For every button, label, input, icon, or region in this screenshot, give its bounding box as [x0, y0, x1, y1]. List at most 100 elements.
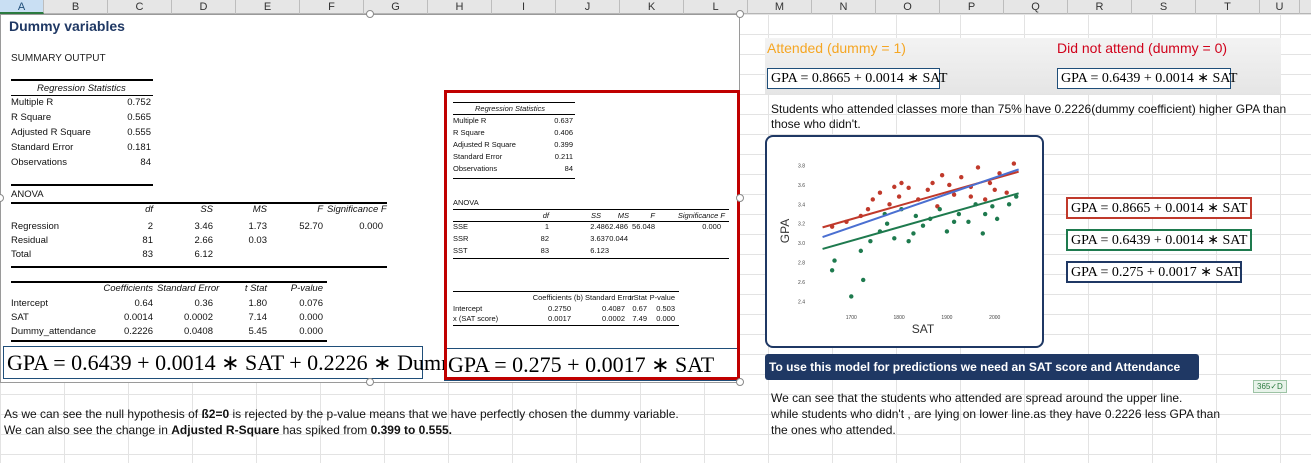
- anova-cell: 0.000: [359, 221, 383, 232]
- resize-handle[interactable]: [736, 378, 744, 386]
- column-header-e[interactable]: E: [236, 0, 300, 14]
- divider: [11, 266, 387, 268]
- red-highlight-frame: [444, 90, 740, 380]
- data-point: [849, 294, 854, 299]
- anova-cell: 1.73: [248, 221, 268, 232]
- column-header-t[interactable]: T: [1196, 0, 1260, 14]
- anova-header: F: [317, 204, 323, 215]
- data-point: [896, 194, 902, 199]
- coef-cell: 0.0408: [183, 326, 213, 337]
- column-header-d[interactable]: D: [172, 0, 236, 14]
- summary-output-label: SUMMARY OUTPUT: [11, 53, 106, 64]
- dummy-coefficient-note: Students who attended classes more than …: [771, 102, 1287, 131]
- x-axis-label: SAT: [912, 322, 935, 336]
- resize-handle[interactable]: [366, 378, 374, 386]
- stat-label: Multiple R: [11, 97, 54, 108]
- equation-attended: GPA = 0.8665 + 0.0014 ∗ SAT: [767, 68, 947, 89]
- coef-cell: 0.076: [299, 298, 323, 309]
- y-tick-label: 2.8: [798, 261, 805, 267]
- column-header-f[interactable]: F: [300, 0, 364, 14]
- data-point: [982, 211, 988, 217]
- column-header-m[interactable]: M: [748, 0, 812, 14]
- data-point: [982, 197, 988, 202]
- data-point: [956, 211, 962, 217]
- column-header-bar: ABCDEFGHIJKLMNOPQRSTU: [0, 0, 1311, 14]
- y-tick-label: 3.6: [798, 183, 805, 189]
- column-header-r[interactable]: R: [1068, 0, 1132, 14]
- resize-handle[interactable]: [736, 194, 744, 202]
- column-header-c[interactable]: C: [108, 0, 172, 14]
- data-point: [939, 173, 945, 178]
- anova-cell: 0.03: [248, 235, 268, 246]
- column-header-n[interactable]: N: [812, 0, 876, 14]
- column-header-q[interactable]: Q: [1004, 0, 1068, 14]
- sheet-title: Dummy variables: [9, 18, 125, 34]
- resize-handle[interactable]: [736, 10, 744, 18]
- regression-stats-header: Regression Statistics: [37, 83, 126, 94]
- anova-header: MS: [252, 204, 267, 215]
- data-point: [865, 206, 871, 212]
- anova-cell: 2.66: [194, 235, 214, 246]
- data-point: [913, 213, 919, 219]
- banner-not-attended-label: Did not attend (dummy = 0): [1057, 40, 1228, 56]
- coef-cell: 0.0002: [183, 312, 213, 323]
- equation-not-attended: GPA = 0.6439 + 0.0014 ∗ SAT: [1057, 68, 1237, 89]
- stat-value: 0.181: [127, 142, 151, 153]
- divider: [11, 340, 327, 342]
- stat-value: 0.555: [127, 127, 151, 138]
- data-point: [832, 258, 837, 263]
- data-point: [887, 202, 892, 207]
- coef-header: Coefficients: [103, 283, 153, 294]
- coef-cell: 0.2226: [123, 326, 153, 337]
- y-tick-label: 3.2: [798, 222, 805, 228]
- data-point: [858, 248, 864, 254]
- resize-handle[interactable]: [366, 10, 374, 18]
- stat-value: 0.752: [127, 97, 151, 108]
- column-header-s[interactable]: S: [1132, 0, 1196, 14]
- data-point: [944, 229, 950, 234]
- column-header-a[interactable]: A: [0, 0, 44, 14]
- data-point: [947, 182, 952, 188]
- data-point: [930, 180, 935, 186]
- data-point: [992, 187, 997, 192]
- data-point: [975, 165, 981, 170]
- anova-header: df: [145, 204, 153, 215]
- scatter-chart: 2.4 2.6 2.8 3.0 3.2 3.4 3.6 3.8 1700 1800 1900 2000…: [778, 161, 1019, 336]
- regression-line: [822, 168, 1019, 238]
- data-point: [892, 184, 897, 190]
- coef-header: P-value: [290, 283, 323, 294]
- coef-cell: 1.80: [248, 298, 268, 309]
- y-tick-label: 2.6: [798, 280, 805, 286]
- data-point: [868, 238, 873, 244]
- anova-cell: Regression: [11, 221, 60, 232]
- y-tick-label: 3.4: [798, 202, 805, 208]
- data-point: [906, 238, 911, 244]
- data-point: [911, 231, 916, 236]
- anova-header: SS: [200, 204, 213, 215]
- data-point: [920, 223, 926, 228]
- column-header-j[interactable]: J: [556, 0, 620, 14]
- data-point: [959, 174, 964, 180]
- column-header-u[interactable]: U: [1260, 0, 1300, 14]
- divider: [11, 184, 153, 186]
- stat-value: 84: [140, 157, 151, 168]
- equation-list-item-attended: GPA = 0.8665 + 0.0014 ∗ SAT: [1066, 197, 1252, 219]
- column-header-b[interactable]: B: [44, 0, 108, 14]
- column-header-o[interactable]: O: [876, 0, 940, 14]
- stat-label: Observations: [11, 157, 67, 168]
- column-header-i[interactable]: I: [492, 0, 556, 14]
- column-header-h[interactable]: H: [428, 0, 492, 14]
- data-point: [925, 187, 930, 192]
- data-point: [829, 268, 835, 273]
- coef-cell: 7.14: [248, 312, 268, 323]
- column-header-k[interactable]: K: [620, 0, 684, 14]
- hypothesis-note: As we can see the null hypothesis of ß2=…: [4, 407, 679, 437]
- data-point: [1004, 190, 1009, 195]
- anova-cell: Total: [11, 249, 32, 260]
- data-point: [877, 190, 883, 195]
- anova-cell: 6.12: [194, 249, 214, 260]
- data-point: [994, 216, 1000, 222]
- anova-cell: 52.70: [299, 221, 323, 232]
- column-header-p[interactable]: P: [940, 0, 1004, 14]
- coef-cell: 0.0014: [123, 312, 153, 323]
